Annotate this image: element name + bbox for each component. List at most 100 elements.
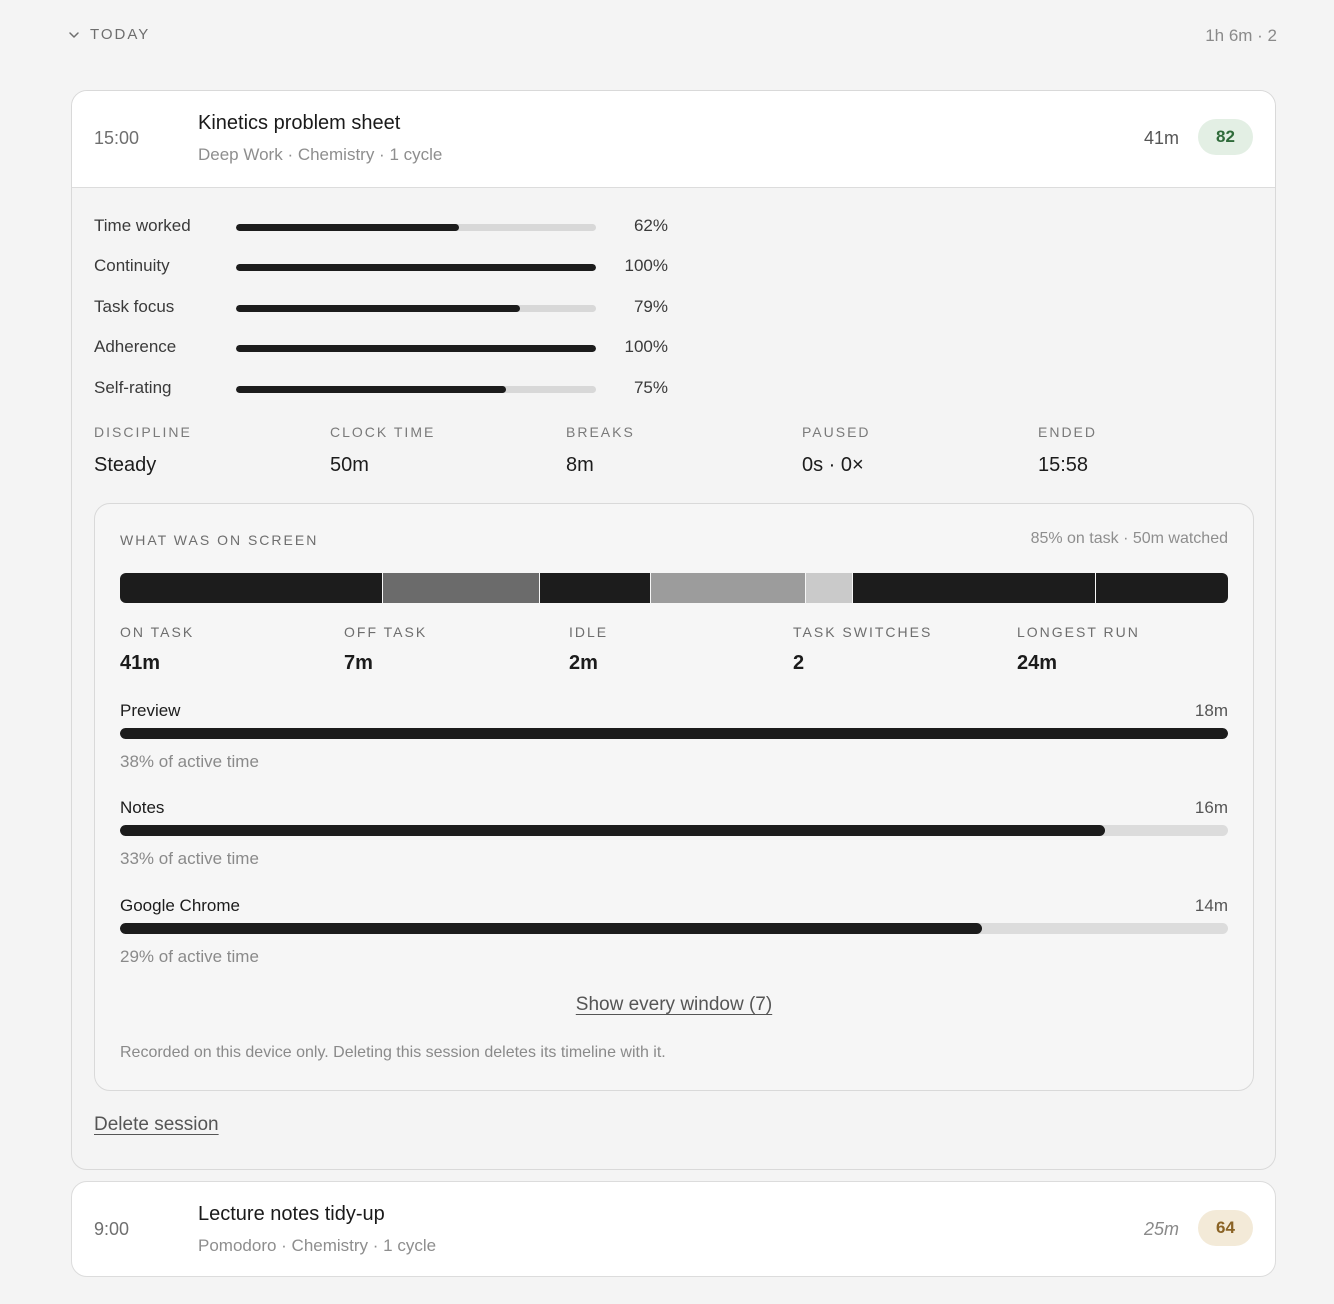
app-name: Google Chrome [120,896,241,915]
stat-paused: PAUSED 0s · 0× [802,424,871,477]
session-card-collapsed[interactable]: 9:00 Lecture notes tidy-up Pomodoro · Ch… [71,1181,1276,1277]
stat-value: 41m [120,652,161,674]
stat-label: BREAKS [566,424,635,440]
chevron-down-icon [69,31,79,38]
stat-idle: IDLE 2m [569,624,608,675]
metric-time-worked: Time worked 62% [94,216,694,240]
session-start-time: 15:00 [94,128,140,148]
session-start-time: 9:00 [94,1219,130,1239]
timeline-segment [538,573,650,603]
stat-value: 8m [566,454,594,476]
stat-label: IDLE [569,624,609,640]
activity-timeline [120,573,1228,603]
app-row-preview: Preview 18m 38% of active time [120,701,1228,773]
timeline-segment [649,573,806,603]
delete-session-link[interactable]: Delete session [94,1114,219,1136]
stat-value: 7m [344,652,373,674]
stat-task-switches: TASK SWITCHES 2 [793,624,932,675]
metric-task-focus: Task focus 79% [94,297,694,321]
timeline-segment [120,573,383,603]
metric-fill [236,305,521,312]
metric-fill [236,345,596,352]
app-usage-fill [120,728,1228,739]
metric-percent: 100% [624,337,668,356]
app-name: Notes [120,798,165,817]
stat-label: TASK SWITCHES [793,624,933,640]
session-card-expanded: 15:00 Kinetics problem sheet Deep Work ·… [71,90,1276,1170]
session-header[interactable]: 15:00 Kinetics problem sheet Deep Work ·… [72,91,1275,188]
privacy-note: Recorded on this device only. Deleting t… [120,1044,666,1061]
app-usage-track [120,728,1228,739]
metric-continuity: Continuity 100% [94,256,694,280]
metric-percent: 79% [633,297,668,316]
metric-track [236,345,596,352]
app-share: 29% of active time [120,947,259,966]
metric-track [236,305,596,312]
metric-label: Task focus [94,297,175,316]
metric-track [236,386,596,393]
metric-track [236,264,596,271]
timeline-segment [805,573,853,603]
stat-value: 0s · 0× [802,454,864,476]
timeline-segment [852,573,1095,603]
stat-label: CLOCK TIME [330,424,436,440]
app-usage-track [120,825,1228,836]
stat-value: 2 [793,652,805,674]
stat-on-task: ON TASK 41m [120,624,194,675]
stat-value: 24m [1017,652,1058,674]
app-share: 38% of active time [120,752,259,771]
app-duration: 16m [1194,798,1228,817]
metric-adherence: Adherence 100% [94,337,694,361]
metric-label: Time worked [94,216,191,235]
session-title: Lecture notes tidy-up [198,1203,385,1225]
stat-value: 15:58 [1038,454,1089,476]
stat-value: 50m [330,454,369,476]
app-row-google-chrome: Google Chrome 14m 29% of active time [120,896,1228,968]
session-meta: Deep Work · Chemistry · 1 cycle [198,145,443,164]
metric-label: Continuity [94,256,170,275]
session-title: Kinetics problem sheet [198,112,401,134]
metric-track [236,224,596,231]
day-header: TODAY 1h 6m · 2 [68,26,1277,50]
app-usage-fill [120,923,983,934]
metric-percent: 75% [633,378,668,397]
app-name: Preview [120,701,181,720]
timeline-segment [1094,573,1228,603]
stat-label: OFF TASK [344,624,428,640]
metric-fill [236,264,596,271]
day-label: TODAY [90,26,151,43]
show-every-window-link[interactable]: Show every window (7) [576,994,772,1015]
stat-label: ENDED [1038,424,1098,440]
stat-discipline: DISCIPLINE Steady [94,424,192,477]
stat-breaks: BREAKS 8m [566,424,635,477]
metric-fill [236,386,506,393]
score-badge: 82 [1198,119,1253,155]
stat-clock-time: CLOCK TIME 50m [330,424,435,477]
metric-percent: 100% [624,256,668,275]
screen-activity-panel: WHAT WAS ON SCREEN 85% on task · 50m wat… [94,503,1254,1091]
session-duration: 25m [1143,1219,1179,1239]
day-toggle[interactable]: TODAY [68,26,150,43]
session-duration: 41m [1143,128,1179,148]
app-share: 33% of active time [120,849,259,868]
stat-label: LONGEST RUN [1017,624,1140,640]
timeline-segment [382,573,539,603]
app-duration: 14m [1194,896,1228,915]
metric-percent: 62% [633,216,668,235]
stat-value: Steady [94,454,157,476]
session-meta: Pomodoro · Chemistry · 1 cycle [198,1236,437,1255]
app-usage-fill [120,825,1105,836]
metric-label: Self-rating [94,378,172,397]
app-duration: 18m [1194,701,1228,720]
metric-fill [236,224,460,231]
panel-summary: 85% on task · 50m watched [1030,530,1228,547]
stat-ended: ENDED 15:58 [1038,424,1097,477]
stat-value: 2m [569,652,598,674]
app-usage-track [120,923,1228,934]
stat-off-task: OFF TASK 7m [344,624,427,675]
stat-label: ON TASK [120,624,195,640]
app-row-notes: Notes 16m 33% of active time [120,798,1228,870]
stat-label: PAUSED [802,424,871,440]
show-every-window-row: Show every window (7) [95,994,1253,1016]
day-summary: 1h 6m · 2 [1205,26,1277,45]
